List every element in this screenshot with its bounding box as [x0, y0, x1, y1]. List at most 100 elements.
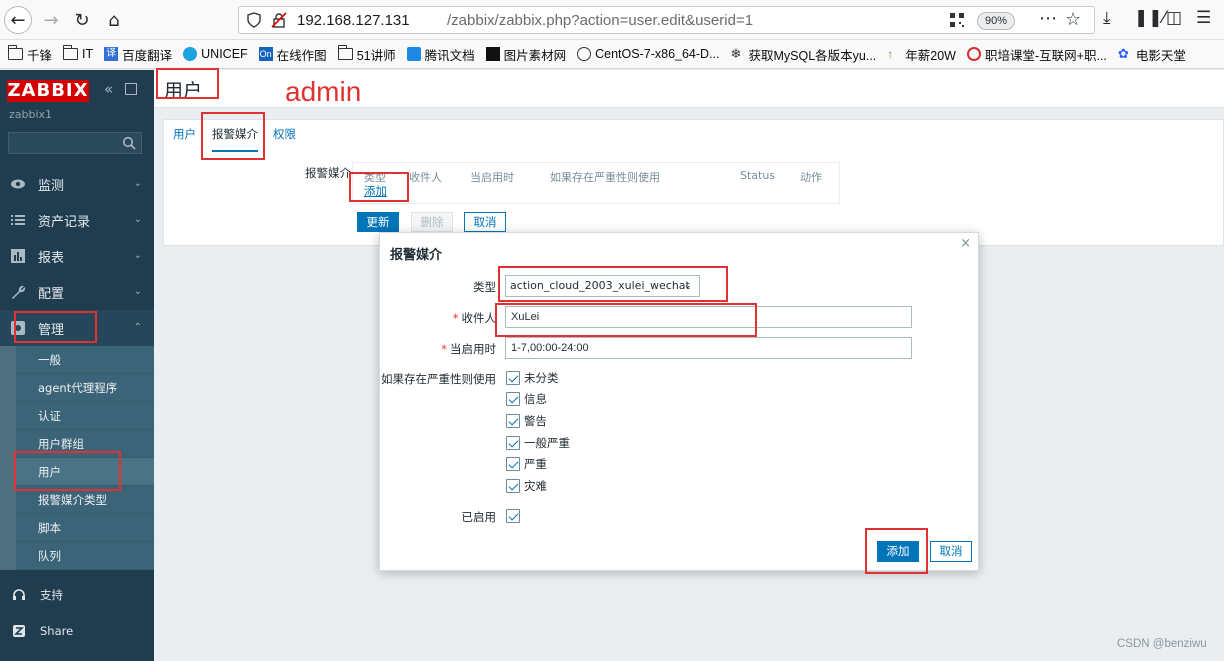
checkbox[interactable] — [506, 436, 520, 450]
close-icon[interactable]: × — [960, 236, 971, 251]
tab-user[interactable]: 用户 — [173, 126, 196, 142]
submenu-item-scripts[interactable]: 脚本 — [16, 514, 154, 542]
processon-icon: On — [258, 47, 273, 61]
insecure-lock-icon — [271, 12, 287, 28]
annotation-box — [201, 112, 265, 160]
zabbix-logo[interactable]: ZABBIX — [7, 80, 89, 102]
share-z-icon — [13, 625, 25, 637]
menu-item-inventory[interactable]: 资产记录 ⌄ — [0, 202, 154, 238]
submenu-item-proxies[interactable]: agent代理程序 — [16, 374, 154, 402]
annotation-box — [498, 266, 728, 302]
chevron-up-icon: ⌃ — [133, 322, 142, 333]
enabled-checkbox-row[interactable] — [506, 509, 524, 523]
checkbox[interactable] — [506, 371, 520, 385]
qr-code-icon[interactable] — [950, 13, 964, 27]
bookmark-item[interactable]: 千锋 — [8, 45, 52, 64]
media-table: 类型 收件人 当启用时 如果存在严重性则使用 Status 动作 添加 — [352, 162, 840, 204]
bookmarks-bar: 千锋 IT 译百度翻译 UNICEF On 在线作图 51讲师 腾讯文档 图片素材… — [0, 40, 1224, 69]
update-button[interactable]: 更新 — [357, 212, 399, 232]
bookmark-star-icon[interactable]: ☆ — [1065, 9, 1081, 30]
bookmark-item[interactable]: IT — [63, 45, 93, 61]
menu-item-support[interactable]: 支持 — [0, 577, 154, 613]
library-icon[interactable]: ❚❚⁄ — [1134, 8, 1165, 28]
menu-item-share[interactable]: Share — [0, 613, 154, 649]
sidebar-toggle-icon[interactable]: ◫ — [1166, 8, 1182, 28]
severity-information[interactable]: 信息 — [506, 391, 547, 407]
severity-not-classified[interactable]: 未分类 — [506, 370, 559, 386]
annotation-box — [14, 311, 97, 343]
tencent-docs-icon — [406, 47, 421, 61]
delete-button[interactable]: 删除 — [411, 212, 453, 232]
bookmark-item[interactable]: ❄ 获取MySQL各版本yu... — [730, 45, 876, 64]
tab-permissions[interactable]: 权限 — [273, 126, 296, 142]
submenu-item-queue[interactable]: 队列 — [16, 542, 154, 570]
severity-disaster[interactable]: 灾难 — [506, 478, 547, 494]
wrench-icon — [12, 285, 26, 299]
url-host: 192.168.127.131 — [297, 12, 410, 29]
bookmark-item[interactable]: 51讲师 — [337, 45, 396, 64]
checkbox[interactable] — [506, 414, 520, 428]
when-active-label: * 当启用时 — [441, 342, 496, 356]
search-icon[interactable] — [122, 136, 136, 150]
bookmark-item[interactable]: ✿ 电影天堂 — [1118, 45, 1186, 64]
severity-average[interactable]: 一般严重 — [506, 435, 570, 451]
dialog-title: 报警媒介 — [390, 248, 443, 263]
bookmark-item[interactable]: ↑ 年薪20W — [887, 45, 956, 64]
server-name: zabbix1 — [9, 108, 53, 121]
annotation-label: admin — [285, 76, 362, 107]
reload-icon[interactable]: ↻ — [68, 6, 96, 34]
shield-icon — [247, 12, 261, 28]
course-site-icon — [966, 47, 981, 61]
browser-toolbar: ← → ↻ ⌂ 192.168.127.131 /zabbix/zabbix.p… — [0, 0, 1224, 40]
bookmark-item[interactable]: On 在线作图 — [258, 45, 327, 64]
when-active-input[interactable]: 1-7,00:00-24:00 — [505, 337, 912, 359]
severity-high[interactable]: 严重 — [506, 456, 547, 472]
bookmark-item[interactable]: 职培课堂-互联网+职... — [966, 45, 1107, 64]
checkbox[interactable] — [506, 457, 520, 471]
menu-item-configuration[interactable]: 配置 ⌄ — [0, 274, 154, 310]
column-header: Status — [740, 169, 776, 182]
media-field-label: 报警媒介 — [305, 166, 351, 180]
bookmark-item[interactable]: CentOS-7-x86_64-D... — [577, 47, 719, 61]
submenu-item-general[interactable]: 一般 — [16, 346, 154, 374]
collapse-sidebar-icon[interactable]: « — [104, 80, 113, 98]
cancel-button[interactable]: 取消 — [930, 541, 972, 562]
chevron-down-icon: ⌄ — [133, 214, 142, 225]
annotation-box — [156, 68, 219, 99]
forward-arrow-icon[interactable]: → — [37, 6, 65, 34]
cancel-form-button[interactable]: 取消 — [464, 212, 506, 232]
zoom-level[interactable]: 90% — [977, 12, 1015, 30]
bookmark-item[interactable]: 腾讯文档 — [406, 45, 475, 64]
annotation-box — [495, 303, 757, 337]
download-icon[interactable]: ⤓ — [1103, 8, 1111, 28]
menu-icon[interactable]: ☰ — [1196, 8, 1211, 28]
main-menu: 监测 ⌄ 资产记录 ⌄ 报表 ⌄ 配置 ⌄ 管理 ⌃ 一般 agent代理程序 … — [0, 166, 154, 570]
bookmark-item[interactable]: 译百度翻译 — [104, 45, 172, 64]
menu-item-monitoring[interactable]: 监测 ⌄ — [0, 166, 154, 202]
sidebar-search-input[interactable] — [8, 132, 142, 154]
annotation-box — [349, 172, 409, 202]
kiosk-mode-icon[interactable] — [125, 83, 137, 95]
home-icon[interactable]: ⌂ — [100, 6, 128, 34]
bar-chart-icon — [11, 249, 25, 263]
chevron-down-icon: ⌄ — [133, 286, 142, 297]
enabled-label: 已启用 — [461, 510, 497, 524]
annotation-box — [865, 528, 928, 574]
checkbox[interactable] — [506, 479, 520, 493]
user-form-panel: 用户 报警媒介 权限 报警媒介 类型 收件人 当启用时 如果存在严重性则使用 S… — [163, 119, 1224, 246]
bookmark-item[interactable]: 图片素材网 — [485, 45, 566, 64]
more-actions-icon[interactable]: ⋯ — [1039, 8, 1058, 29]
paw-icon: ✿ — [1117, 46, 1129, 61]
menu-item-reports[interactable]: 报表 ⌄ — [0, 238, 154, 274]
enabled-checkbox[interactable] — [506, 509, 520, 523]
checkbox[interactable] — [506, 392, 520, 406]
back-arrow-icon[interactable]: ← — [4, 6, 32, 34]
globe-icon — [577, 47, 592, 61]
type-label: 类型 — [473, 280, 496, 294]
column-header: 当启用时 — [470, 171, 514, 184]
url-bar[interactable]: 192.168.127.131 /zabbix/zabbix.php?actio… — [238, 6, 1095, 34]
severity-warning[interactable]: 警告 — [506, 413, 547, 429]
submenu-item-authentication[interactable]: 认证 — [16, 402, 154, 430]
bookmark-item[interactable]: UNICEF — [183, 47, 248, 61]
folder-icon — [337, 45, 353, 60]
